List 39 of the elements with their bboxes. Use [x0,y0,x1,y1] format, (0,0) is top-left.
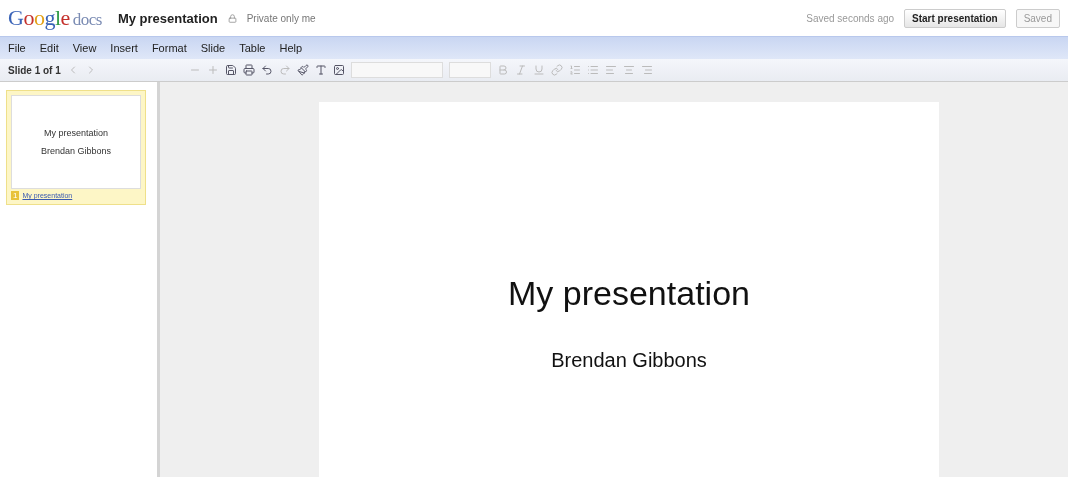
save-status: Saved seconds ago [806,12,895,24]
size-dropdown[interactable] [448,62,491,78]
align-right-icon[interactable] [640,64,653,76]
link-icon[interactable] [550,64,563,76]
thumbnail-title: My presentation [43,128,108,138]
menu-item[interactable]: Format [151,42,187,54]
undo-icon[interactable] [260,64,273,76]
font-dropdown[interactable] [350,62,443,78]
lock-icon [227,13,237,23]
align-center-icon[interactable] [622,64,635,76]
text-icon[interactable] [314,64,327,76]
menu-item[interactable]: Slide [200,42,226,54]
numbered-list-icon[interactable] [568,64,581,76]
redo-icon[interactable] [278,64,291,76]
slide-title[interactable]: My presentation [508,274,750,313]
save-icon[interactable] [224,64,237,76]
slide-counter: Slide 1 of 1 [8,64,61,76]
menu-item[interactable]: Help [279,42,303,54]
slide-number: 1 [11,191,20,200]
start-presentation-button[interactable]: Start presentation [904,8,1006,28]
align-left-icon[interactable] [604,64,617,76]
sharing-status[interactable]: Private only me [246,12,316,24]
menu-item[interactable]: Edit [39,42,59,54]
logo: Googledocs [8,5,102,31]
slide-subtitle[interactable]: Brendan Gibbons [551,349,707,372]
menu-item[interactable]: View [72,42,97,54]
image-icon[interactable] [332,64,345,76]
menu-item[interactable]: File [8,42,26,54]
print-icon[interactable] [242,64,255,76]
italic-icon[interactable] [514,64,527,76]
document-title[interactable]: My presentation [117,10,218,26]
underline-icon[interactable] [532,64,545,76]
thumbnail-subtitle: Brendan Gibbons [40,146,112,156]
menu-item[interactable]: Insert [110,42,138,54]
menu-item[interactable]: Table [239,42,266,54]
bold-icon[interactable] [496,64,509,76]
paintbrush-icon[interactable] [296,64,309,76]
bullet-list-icon[interactable] [586,64,599,76]
plus-icon[interactable] [206,64,219,76]
